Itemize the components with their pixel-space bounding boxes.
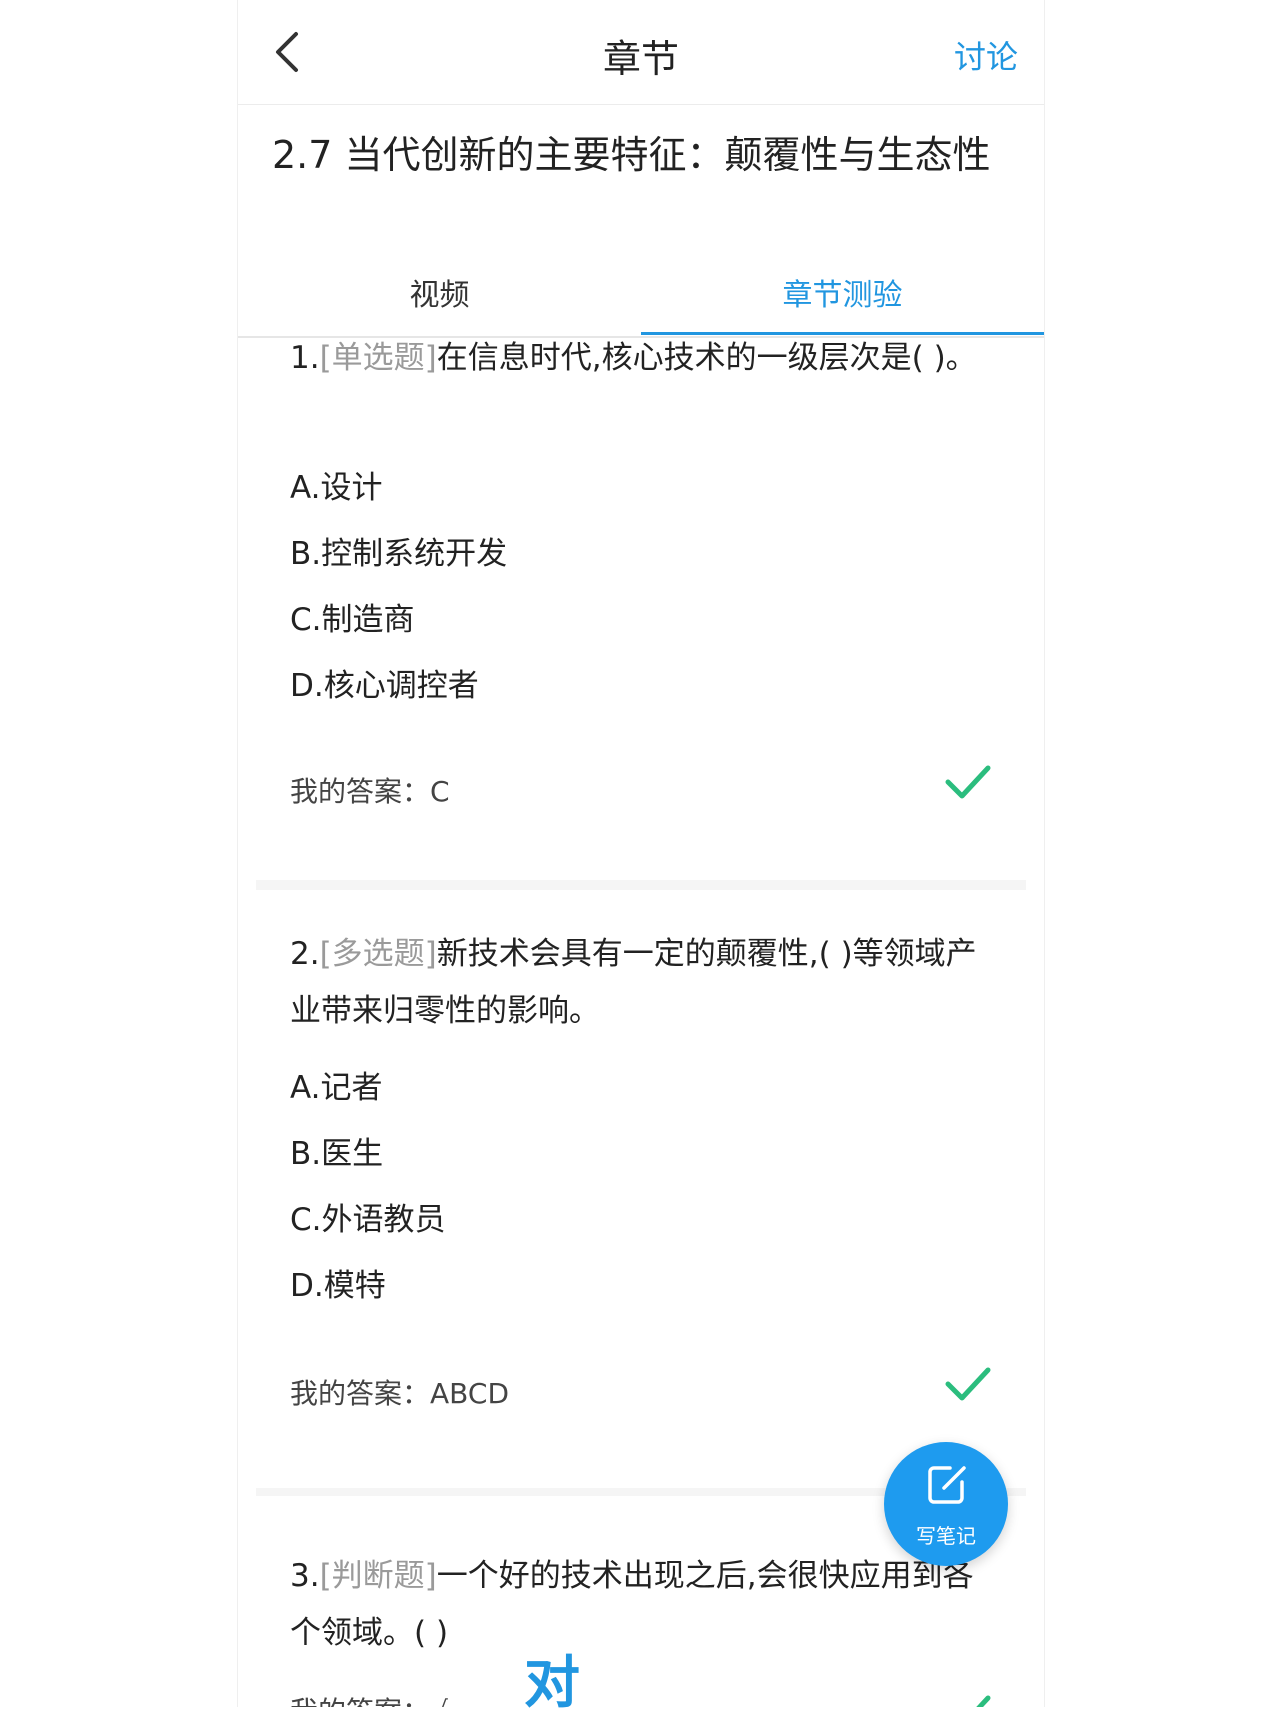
write-note-label: 写笔记 (916, 1524, 976, 1548)
my-answer: 我的答案：√ (290, 1690, 448, 1707)
question-type: [判断题] (319, 1558, 437, 1594)
option-b: B.医生 (290, 1136, 384, 1172)
check-icon (945, 1367, 991, 1401)
answer-label: 我的答案： (290, 1377, 431, 1410)
tab-chapter-quiz[interactable]: 章节测验 (641, 270, 1044, 314)
edit-note-icon (928, 1466, 966, 1504)
question-stem: 2.[多选题]新技术会具有一定的颠覆性,( )等领域产业带来归零性的影响。 (290, 926, 980, 1040)
question-number: 2. (290, 936, 320, 972)
my-answer: 我的答案：C (290, 770, 450, 810)
question-type: [多选题] (319, 936, 437, 972)
page-title: 章节 (602, 37, 679, 81)
option-d: D.核心调控者 (290, 668, 479, 704)
navbar: 章节 讨论 (238, 0, 1044, 105)
answer-value: ABCD (430, 1377, 509, 1410)
discussion-button[interactable]: 讨论 (954, 32, 1018, 78)
option-c: C.制造商 (290, 602, 415, 638)
question-card: 1.[单选题]在信息时代,核心技术的一级层次是( )。 A.设计 B.控制系统开… (256, 338, 1026, 880)
option-c: C.外语教员 (290, 1202, 446, 1238)
question-number: 1. (290, 340, 320, 376)
write-note-button[interactable]: 写笔记 (884, 1442, 1008, 1566)
chapter-title: 2.7 当代创新的主要特征：颠覆性与生态性 (272, 133, 991, 177)
check-icon (945, 765, 991, 799)
question-card: 2.[多选题]新技术会具有一定的颠覆性,( )等领域产业带来归零性的影响。 A.… (256, 890, 1026, 1488)
answer-label: 我的答案： (290, 1695, 430, 1707)
option-d: D.模特 (290, 1268, 386, 1304)
tab-indicator (641, 332, 1044, 335)
tab-bar: 视频 章节测验 (238, 256, 1044, 338)
option-b: B.控制系统开发 (290, 536, 508, 572)
tab-video[interactable]: 视频 (238, 270, 641, 314)
check-icon (976, 1695, 991, 1707)
answer-value: √ (430, 1695, 448, 1707)
question-number: 3. (290, 1558, 320, 1594)
my-answer: 我的答案：ABCD (290, 1372, 509, 1412)
question-stem: 3.[判断题]一个好的技术出现之后,会很快应用到各个领域。( ) (290, 1548, 980, 1662)
answer-value: C (430, 775, 450, 808)
question-type: [单选题] (319, 340, 437, 376)
answer-label: 我的答案： (290, 775, 431, 808)
option-a: A.设计 (290, 470, 383, 506)
option-a: A.记者 (290, 1070, 383, 1106)
question-stem: 1.[单选题]在信息时代,核心技术的一级层次是( )。 (290, 338, 980, 387)
question-text: 在信息时代,核心技术的一级层次是( )。 (436, 340, 977, 376)
